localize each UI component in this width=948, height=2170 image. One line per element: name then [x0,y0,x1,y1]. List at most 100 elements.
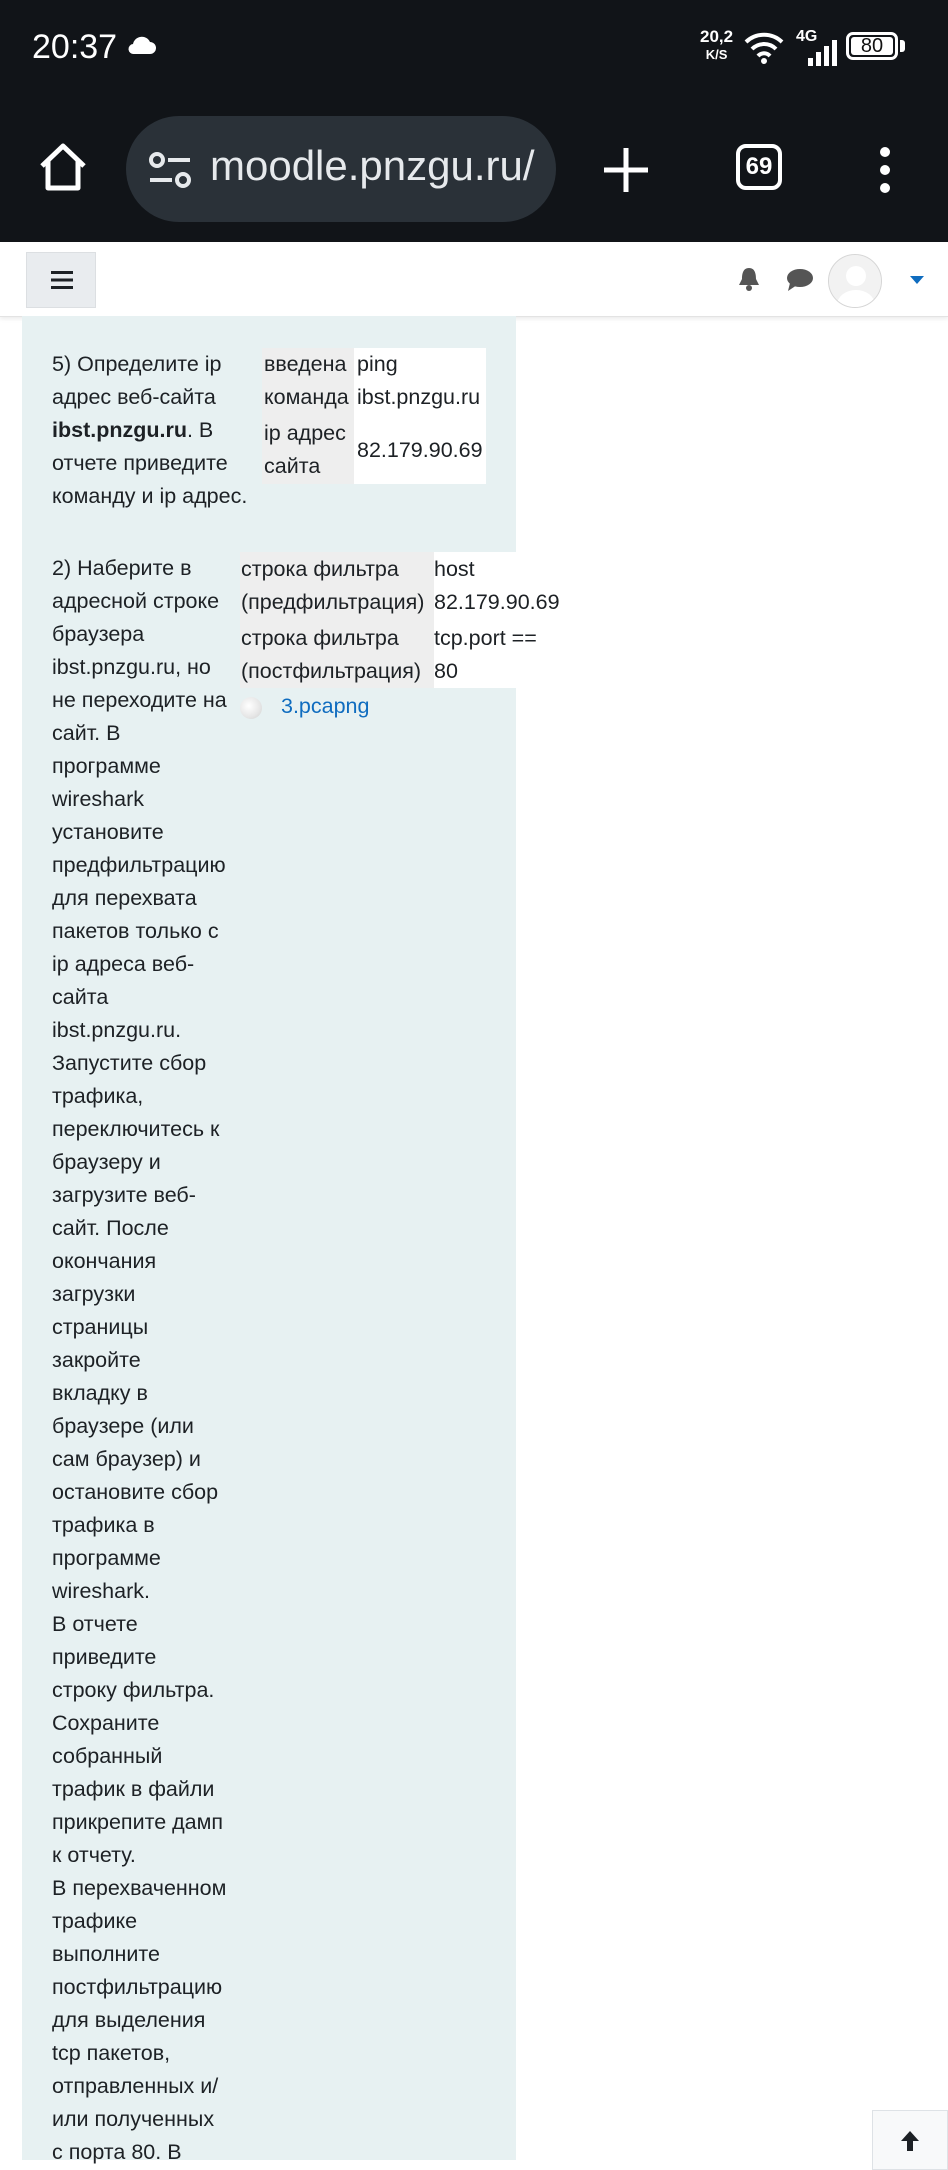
site-settings-icon[interactable] [148,151,192,189]
task2-line: закройте [52,1348,141,1372]
status-bar: 20:37 20,2 K/S 4G 80 [0,0,948,100]
task5-line: команду и ip адрес. [52,484,248,508]
task2-line: строку фильтра. [52,1678,215,1702]
task2-line: к отчету. [52,1843,136,1867]
task2-line: для выделения [52,2008,206,2032]
task5-line: 5) Определите ip [52,352,222,376]
task5-line: отчете приведите [52,451,228,475]
battery-icon: 80 [846,32,898,60]
task2-line: установите [52,820,164,844]
network-speed: 20,2 K/S [700,28,733,64]
back-to-top-button[interactable] [872,2110,948,2170]
task5-site-line: ibst.pnzgu.ru. В [52,414,247,447]
cell-text: (постфильтрация) [241,659,422,683]
url-text[interactable]: moodle.pnzgu.ru/ [210,142,535,190]
cell-text: строка фильтра [241,557,399,581]
task2-line: трафика, [52,1084,144,1108]
task2-line: сайт. После [52,1216,169,1240]
task2-line: Запустите сбор [52,1051,207,1075]
task2-line: с порта 80. В [52,2140,182,2164]
task5-row2-value: 82.179.90.69 [357,438,483,462]
battery-level: 80 [860,35,884,57]
task2-line: выполните [52,1942,160,1966]
moodle-navbar [0,244,948,317]
new-tab-icon[interactable] [602,146,650,194]
arrow-up-icon [901,2131,919,2151]
tab-switcher-button[interactable]: 69 [736,144,782,190]
task5-line: адрес веб-сайта [52,385,216,409]
task2-line: В перехваченном [52,1876,227,1900]
task5-row1-label: введена команда [264,348,349,414]
task5-description: 5) Определите ip адрес веб-сайта ibst.pn… [52,348,247,513]
user-menu-caret-icon[interactable] [910,276,924,284]
cell-text: 80 [434,659,458,683]
task2-line: трафик в файли [52,1777,215,1801]
task2-line: ibst.pnzgu.ru, но [52,655,211,679]
task2-line: не переходите на [52,688,227,712]
task2-row2-value: tcp.port == 80 [434,622,537,688]
task2-line: браузеру и [52,1150,161,1174]
task2-line: трафике [52,1909,138,1933]
task2-line: страницы [52,1315,149,1339]
clock: 20:37 [32,28,118,66]
task2-row1-label: строка фильтра (предфильтрация) [241,553,424,619]
task2-line: отправленных и/ [52,2074,219,2098]
cell-text: ip адрес [264,421,346,445]
task2-line: сайта [52,985,109,1009]
drawer-toggle-button[interactable] [26,252,96,308]
messages-chat-icon[interactable] [786,268,814,292]
task2-line: загрузите веб- [52,1183,196,1207]
task2-line: ibst.pnzgu.ru. [52,1018,182,1042]
task5-row2-label: ip адрес сайта [264,417,346,483]
task2-line: программе [52,754,161,778]
task5-site-bold: ibst.pnzgu.ru [52,418,187,442]
task2-line: tcp пакетов, [52,2041,171,2065]
task2-line: В отчете [52,1612,138,1636]
cell-text: сайта [264,454,321,478]
task2-line: wireshark. [52,1579,150,1603]
attachment-link[interactable]: 3.pcapng [281,690,369,723]
task2-line: окончания [52,1249,157,1273]
task2-line: 2) Наберите в [52,556,192,580]
task2-line: переключитесь к [52,1117,220,1141]
speed-unit: K/S [705,47,728,62]
task2-row1-value: host 82.179.90.69 [434,553,560,619]
task2-line: для перехвата [52,886,197,910]
address-bar[interactable]: moodle.pnzgu.ru/ [126,116,556,222]
task2-line: предфильтрацию [52,853,226,877]
cloud-icon [128,36,156,55]
task2-line: сайт. В [52,721,121,745]
hamburger-icon [51,271,73,289]
signal-icon [808,40,837,66]
cell-text: введена [264,352,347,376]
cell-text: ibst.pnzgu.ru [357,385,481,409]
cell-text: tcp.port == [434,626,537,650]
task2-line: вкладку в [52,1381,148,1405]
cell-text: (предфильтрация) [241,590,425,614]
task2-description: 2) Наберите в адресной строке браузера ibst… [52,552,227,2169]
speed-value: 20,2 [700,27,734,46]
task2-line: ip адреса веб- [52,952,195,976]
task2-line: трафика в [52,1513,155,1537]
cell-text: host [434,557,475,581]
more-menu-icon[interactable] [874,146,896,194]
task2-line: браузере (или [52,1414,194,1438]
task2-line: или полученных [52,2107,215,2131]
notifications-bell-icon[interactable] [738,266,760,292]
battery-tip [900,40,905,52]
home-icon[interactable] [36,140,90,194]
task2-line: wireshark [52,787,144,811]
task5-row1-value: ping ibst.pnzgu.ru [357,348,480,414]
task2-line: пакетов только с [52,919,219,943]
task2-row2-label: строка фильтра (постфильтрация) [241,622,421,688]
user-avatar[interactable] [828,254,882,308]
cell-text: строка фильтра [241,626,399,650]
cell-text: ping [357,352,398,376]
user-avatar-icon [829,255,881,307]
cell-text: 82.179.90.69 [434,590,560,614]
cell-text: команда [264,385,349,409]
task5-after-bold: . В [186,418,214,442]
task2-line: остановите сбор [52,1480,219,1504]
file-icon [240,697,262,719]
task2-line: браузера [52,622,145,646]
